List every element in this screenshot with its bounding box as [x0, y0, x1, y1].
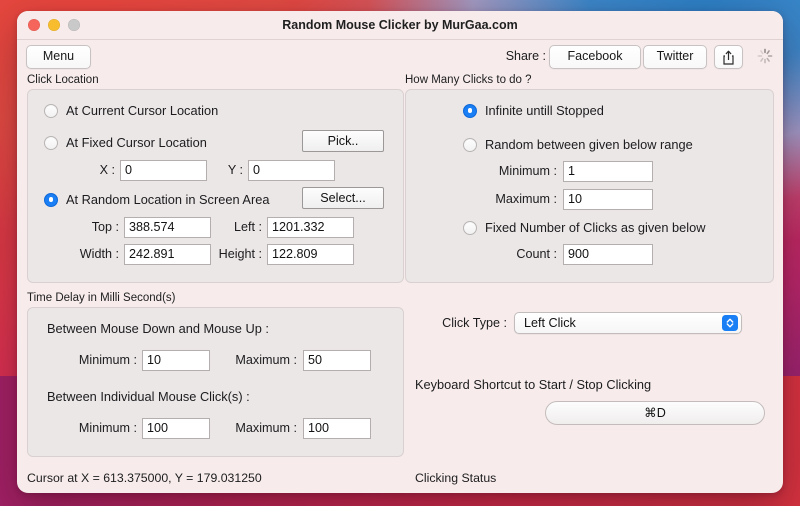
chevron-up-down-icon: [722, 315, 738, 331]
radio-indicator: [44, 192, 58, 207]
time-delay-group-title: Time Delay in Milli Second(s): [27, 292, 176, 304]
down-up-maximum-input[interactable]: 50: [303, 350, 371, 371]
mouse-down-up-heading: Between Mouse Down and Mouse Up :: [47, 321, 269, 336]
radio-indicator: [463, 103, 477, 118]
click-location-group-title: Click Location: [27, 74, 99, 86]
radio-random-between-range[interactable]: Random between given below range: [463, 137, 693, 152]
count-label: Count :: [516, 247, 557, 261]
x-input[interactable]: 0: [120, 160, 207, 181]
maximum-clicks-input[interactable]: 10: [563, 189, 653, 210]
app-window: Random Mouse Clicker by MurGaa.com Menu …: [17, 11, 783, 493]
menu-button[interactable]: Menu: [26, 45, 91, 69]
clicking-status: Clicking Status: [415, 471, 497, 485]
facebook-share-button[interactable]: Facebook: [549, 45, 641, 69]
between-clicks-minimum-input[interactable]: 100: [142, 418, 210, 439]
radio-label: Infinite untill Stopped: [485, 103, 604, 118]
down-up-minimum-input[interactable]: 10: [142, 350, 210, 371]
how-many-clicks-group-title: How Many Clicks to do ?: [405, 74, 532, 86]
click-type-label: Click Type :: [442, 316, 507, 330]
top-input[interactable]: 388.574: [124, 217, 211, 238]
toolbar: Menu Share : Facebook Twitter: [17, 40, 783, 72]
down-up-minimum-label: Minimum :: [78, 353, 137, 367]
x-label: X :: [99, 163, 115, 177]
radio-infinite-until-stopped[interactable]: Infinite untill Stopped: [463, 103, 604, 118]
count-input[interactable]: 900: [563, 244, 653, 265]
title-bar: Random Mouse Clicker by MurGaa.com: [17, 11, 783, 40]
minimum-clicks-label: Minimum :: [498, 164, 557, 178]
share-icon: [723, 50, 734, 65]
radio-label: At Fixed Cursor Location: [66, 135, 207, 150]
radio-label: Fixed Number of Clicks as given below: [485, 220, 706, 235]
radio-indicator: [44, 103, 58, 118]
radio-at-current-cursor-location[interactable]: At Current Cursor Location: [44, 103, 218, 118]
main-content: Click Location At Current Cursor Locatio…: [17, 72, 783, 493]
radio-indicator: [44, 135, 58, 150]
width-label: Width :: [79, 247, 119, 261]
pick-button[interactable]: Pick..: [302, 130, 384, 152]
activity-spinner-icon: [757, 48, 773, 64]
height-input[interactable]: 122.809: [267, 244, 354, 265]
between-clicks-maximum-label: Maximum :: [235, 421, 297, 435]
minimum-clicks-input[interactable]: 1: [563, 161, 653, 182]
share-button[interactable]: [714, 45, 743, 69]
keyboard-shortcut-button[interactable]: ⌘D: [545, 401, 765, 425]
click-type-selected-value: Left Click: [524, 316, 576, 330]
y-label: Y :: [227, 163, 243, 177]
radio-indicator: [463, 220, 477, 235]
select-button[interactable]: Select...: [302, 187, 384, 209]
top-label: Top :: [91, 220, 119, 234]
radio-at-fixed-cursor-location[interactable]: At Fixed Cursor Location: [44, 135, 207, 150]
cursor-position-status: Cursor at X = 613.375000, Y = 179.031250: [27, 471, 262, 485]
window-title: Random Mouse Clicker by MurGaa.com: [282, 18, 518, 32]
keyboard-shortcut-heading: Keyboard Shortcut to Start / Stop Clicki…: [415, 377, 652, 392]
radio-label: At Current Cursor Location: [66, 103, 219, 118]
radio-label: Random between given below range: [485, 137, 693, 152]
between-clicks-heading: Between Individual Mouse Click(s) :: [47, 389, 250, 404]
radio-indicator: [463, 137, 477, 152]
twitter-share-button[interactable]: Twitter: [643, 45, 707, 69]
height-label: Height :: [218, 247, 262, 261]
share-label: Share :: [505, 49, 546, 63]
between-clicks-minimum-label: Minimum :: [78, 421, 137, 435]
between-clicks-maximum-input[interactable]: 100: [303, 418, 371, 439]
left-label: Left :: [233, 220, 262, 234]
click-type-dropdown[interactable]: Left Click: [514, 312, 742, 334]
down-up-maximum-label: Maximum :: [235, 353, 297, 367]
radio-fixed-number-of-clicks[interactable]: Fixed Number of Clicks as given below: [463, 220, 705, 235]
left-input[interactable]: 1201.332: [267, 217, 354, 238]
y-input[interactable]: 0: [248, 160, 335, 181]
maximum-clicks-label: Maximum :: [495, 192, 557, 206]
radio-label: At Random Location in Screen Area: [66, 192, 270, 207]
radio-at-random-location-in-screen-area[interactable]: At Random Location in Screen Area: [44, 192, 269, 207]
